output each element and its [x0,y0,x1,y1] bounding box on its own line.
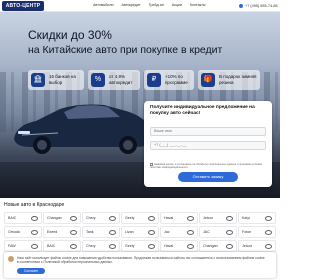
brand-tile[interactable]: Omoda [4,226,42,238]
phone-icon [239,4,243,8]
brand-tile[interactable]: Chery [82,240,120,252]
brand-tile[interactable]: BAIC [43,240,81,252]
brand-tile[interactable]: Livan [121,226,159,238]
brand-logo-icon [31,230,38,235]
nav-item-promo[interactable]: Акции [172,3,182,7]
brand-tile[interactable]: Foton [238,226,276,238]
nav-item-tradein[interactable]: Трейд-ин [149,3,164,7]
brand-logo-icon [187,230,194,235]
brand-tile[interactable]: FAW [4,240,42,252]
benefit-gift-line2: резина [219,79,234,85]
brand-logo-icon [265,230,272,235]
benefit-banks-line1: 16 банков на [49,74,76,79]
brand-tile[interactable]: Kaiyi [238,212,276,224]
brand-tile[interactable]: Geely [121,212,159,224]
brand-tile[interactable]: BAIC [4,212,42,224]
brand-logo-icon [265,244,272,249]
brand-logo-icon [226,230,233,235]
hero-headline: Скидки до 30% [28,28,112,42]
nav-item-contacts[interactable]: Контакты [190,3,206,7]
brand-tile[interactable]: Jetour [199,212,237,224]
submit-button[interactable]: Оставить заявку [178,172,238,182]
benefit-rate: % от 4,9% автокредит [88,70,140,90]
brand-logo-icon [70,244,77,249]
hero-subheadline: на Китайские авто при покупке в кредит [28,44,223,56]
brand-logo-icon [148,216,155,221]
brand-tile[interactable]: Haval [160,212,198,224]
nav-item-cars[interactable]: Автомобили [93,3,113,7]
gift-icon: 🎁 [201,73,215,87]
benefit-banks-line2: выбор [49,79,63,85]
phone-number[interactable]: +7 (495) 555-74-86 [245,4,278,8]
main-nav: Автомобили Автокредит Трейд-ин Акции Кон… [93,3,212,7]
brand-logo-icon [187,244,194,249]
benefit-tradein-line1: +10% по [165,74,183,79]
percent-icon: % [91,73,105,87]
bank-icon: 🏦 [31,73,45,87]
brand-logo-icon [226,216,233,221]
benefit-tradein-line2: программе [165,79,188,85]
brand-logo-icon [70,216,77,221]
brand-logo-icon [31,216,38,221]
brand-logo-icon [109,244,116,249]
car-image [14,104,154,154]
benefit-rate-line2: автокредит [109,79,133,85]
nav-item-credit[interactable]: Автокредит [121,3,140,7]
top-bar: АВТО-ЦЕНТР Автомобили Автокредит Трейд-и… [0,0,280,12]
site-logo[interactable]: АВТО-ЦЕНТР [2,1,44,11]
brands-section-title: Новые авто в Краснодаре [4,202,65,208]
brand-logo-icon [265,216,272,221]
brand-tile[interactable]: Tank [82,226,120,238]
brand-logo-icon [148,230,155,235]
cookie-banner: Наш сайт использует файлы cookie для пов… [4,252,276,278]
brand-tile[interactable]: Exeed [43,226,81,238]
lead-form: Получите индивидуальное предложение на п… [144,101,272,187]
name-input[interactable]: Ваше имя [150,127,266,136]
benefit-rate-line1: от 4,9% [109,74,125,79]
benefit-banks: 🏦 16 банков на выбор [28,70,84,90]
brand-tile[interactable]: Changan [43,212,81,224]
consent-text: Нажимая кнопку, я соглашаюсь на обработк… [150,163,262,170]
form-title: Получите индивидуальное предложение на п… [150,105,255,116]
brand-logo-icon [31,244,38,249]
benefit-tradein: ₽ +10% по программе [144,70,194,90]
cookie-accept-button[interactable]: Согласен [17,268,45,274]
brand-tile[interactable]: Haval [160,240,198,252]
brand-logo-icon [148,244,155,249]
brand-tile[interactable]: Jac [160,226,198,238]
wallet-icon: ₽ [147,73,161,87]
brand-logo-icon [226,244,233,249]
brand-logo-icon [187,216,194,221]
brand-logo-icon [109,216,116,221]
cookie-text: Наш сайт использует файлы cookie для пов… [17,256,265,264]
brand-tile[interactable]: Geely [121,240,159,252]
brand-tile[interactable]: Changan [199,240,237,252]
phone-input[interactable]: +7 (___) ___-__-__ [150,141,266,150]
brand-tile[interactable]: JAC [199,226,237,238]
benefit-gift: 🎁 В подарок зимняя резина [198,70,260,90]
brand-logo-icon [70,230,77,235]
cookie-icon [8,256,14,262]
benefit-gift-line1: В подарок зимняя [219,74,257,79]
brand-logo-icon [109,230,116,235]
brand-tile[interactable]: Jetour [238,240,276,252]
brand-tile[interactable]: Chery [82,212,120,224]
